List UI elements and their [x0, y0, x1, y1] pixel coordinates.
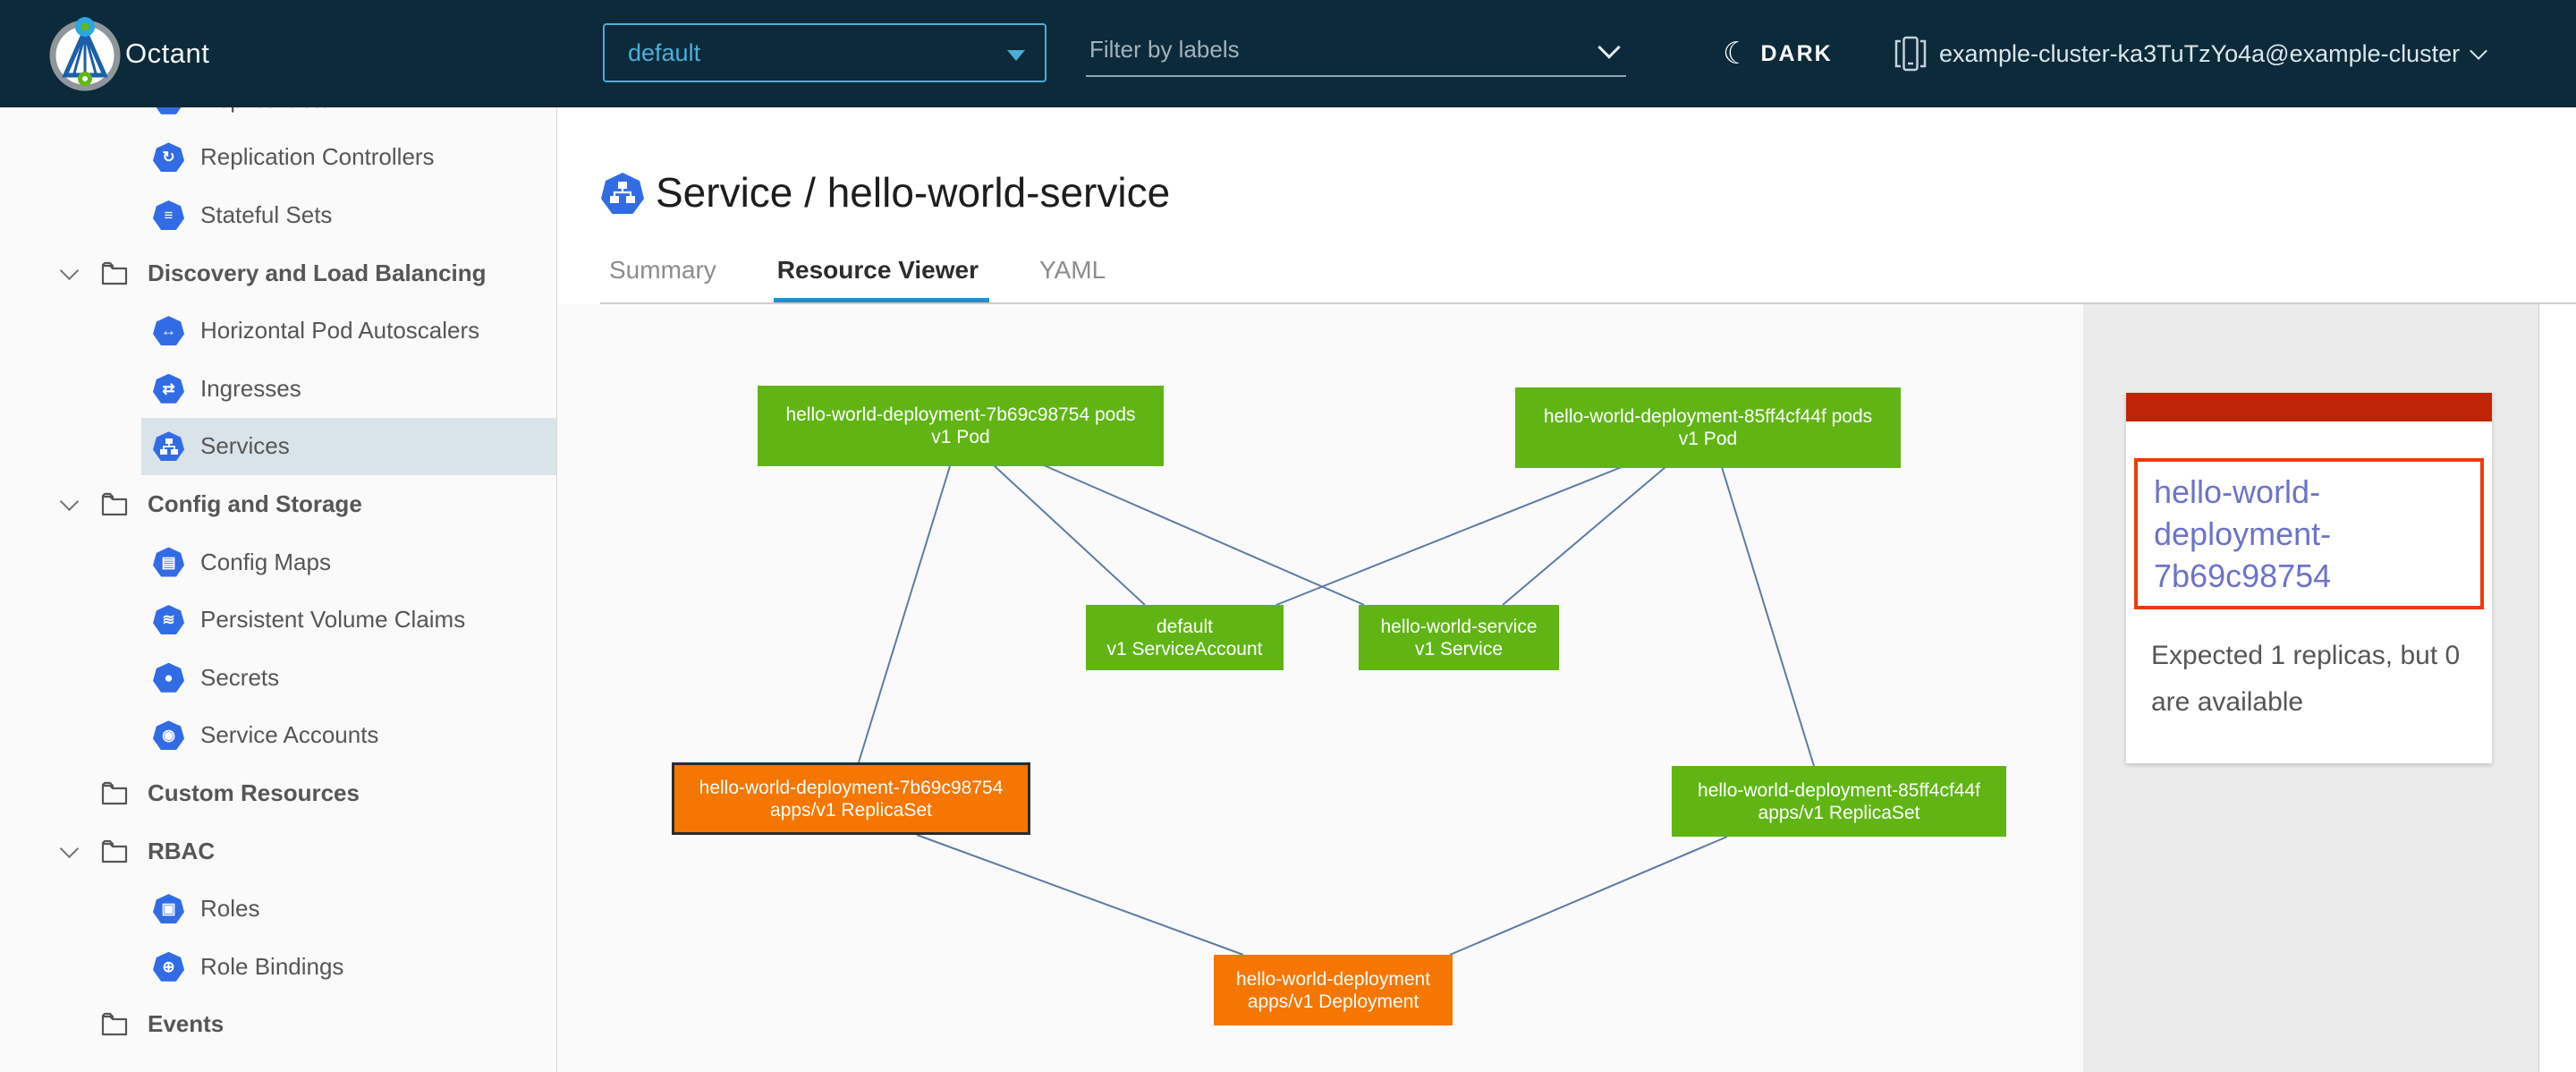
graph-edge [917, 835, 1243, 955]
service-icon [601, 173, 644, 214]
namespace-dropdown-value: default [628, 39, 700, 67]
sidebar-item-secrets[interactable]: ● Secrets [0, 649, 556, 707]
replica-warning-message: Expected 1 replicas, but 0 are available [2151, 633, 2474, 726]
node-sublabel: v1 Pod [931, 426, 989, 448]
folder-icon [101, 781, 128, 805]
namespace-dropdown[interactable]: default [603, 23, 1046, 82]
roles-icon: ▣ [153, 894, 184, 923]
chevron-down-icon[interactable] [60, 492, 79, 511]
tab-summary[interactable]: Summary [609, 256, 716, 285]
node-label: hello-world-deployment-85ff4cf44f pods [1544, 405, 1872, 428]
node-label: hello-world-service [1380, 616, 1537, 638]
sidebar-nav: ▦ Replica Sets ↻ Replication Controllers… [0, 107, 557, 1072]
octant-logo-icon [47, 16, 123, 91]
services-icon [153, 431, 184, 461]
graph-edge [859, 466, 950, 762]
graph-node-pod-85ff4cf44f[interactable]: hello-world-deployment-85ff4cf44f pods v… [1515, 387, 1901, 468]
node-sublabel: v1 Service [1415, 638, 1503, 660]
node-detail-panel: hello-world-deployment-7b69c98754 Expect… [2083, 304, 2538, 1072]
moon-icon: ☾ [1723, 38, 1750, 69]
caret-down-icon [1007, 50, 1025, 61]
node-sublabel: apps/v1 ReplicaSet [770, 799, 932, 821]
tab-yaml[interactable]: YAML [1039, 256, 1106, 285]
app-title: Octant [125, 0, 209, 107]
graph-node-replicaset-7b69c98754[interactable]: hello-world-deployment-7b69c98754 apps/v… [672, 762, 1030, 835]
folder-icon [101, 261, 128, 285]
persistent-volume-claims-icon: ≋ [153, 605, 184, 634]
sidebar-item-ingresses[interactable]: ⇄ Ingresses [0, 360, 556, 418]
sidebar-group-custom-resources[interactable]: Custom Resources [0, 764, 556, 822]
chevron-down-icon[interactable] [60, 260, 79, 279]
sidebar-item-replication-controllers[interactable]: ↻ Replication Controllers [0, 129, 556, 187]
cluster-name: example-cluster-ka3TuTzYo4a@example-clus… [1939, 40, 2460, 68]
node-label: hello-world-deployment [1236, 968, 1430, 991]
secrets-icon: ● [153, 663, 184, 693]
sidebar-group-discovery-and-load-balancing[interactable]: Discovery and Load Balancing [0, 244, 556, 302]
tab-resource-viewer[interactable]: Resource Viewer [777, 256, 979, 285]
replica-sets-icon: ▦ [153, 107, 184, 115]
graph-edge [1503, 467, 1665, 605]
sidebar-group-rbac[interactable]: RBAC [0, 822, 556, 881]
graph-node-service-hello-world[interactable]: hello-world-service v1 Service [1359, 605, 1559, 670]
app-header: Octant default ☾ DARK example-cluster-ka… [0, 0, 2576, 107]
folder-icon [101, 839, 128, 864]
horizontal-pod-autoscalers-icon: ↔ [153, 316, 184, 345]
node-label: default [1157, 616, 1213, 638]
ingresses-icon: ⇄ [153, 374, 184, 404]
role-bindings-icon: ⊕ [153, 952, 184, 982]
node-label: hello-world-deployment-85ff4cf44f [1698, 779, 1980, 802]
alert-highlight-box: hello-world-deployment-7b69c98754 [2134, 458, 2484, 609]
sidebar-item-service-accounts[interactable]: ◉ Service Accounts [0, 707, 556, 765]
node-sublabel: v1 ServiceAccount [1107, 638, 1263, 660]
node-sublabel: apps/v1 ReplicaSet [1758, 802, 1920, 824]
node-label: hello-world-deployment-7b69c98754 [699, 777, 1004, 799]
theme-toggle-button[interactable]: ☾ DARK [1723, 0, 1833, 107]
label-filter-input[interactable] [1086, 29, 1572, 64]
graph-node-replicaset-85ff4cf44f[interactable]: hello-world-deployment-85ff4cf44f apps/v… [1672, 766, 2006, 837]
graph-edge [1722, 467, 1814, 766]
folder-icon [101, 1012, 128, 1036]
node-label: hello-world-deployment-7b69c98754 pods [785, 404, 1135, 426]
sidebar-item-config-maps[interactable]: ▤ Config Maps [0, 533, 556, 591]
graph-edge [1450, 837, 1727, 955]
graph-node-serviceaccount-default[interactable]: default v1 ServiceAccount [1086, 605, 1284, 670]
sidebar-group-config-and-storage[interactable]: Config and Storage [0, 475, 556, 533]
octant-app: Octant default ☾ DARK example-cluster-ka… [0, 0, 2576, 1072]
node-sublabel: v1 Pod [1679, 428, 1737, 450]
sidebar-group-events[interactable]: Events [0, 996, 556, 1054]
replicaset-summary-card: hello-world-deployment-7b69c98754 Expect… [2126, 393, 2492, 763]
scrollbar-gutter[interactable] [2538, 304, 2576, 1072]
page-title: Service / hello-world-service [656, 168, 1170, 217]
tab-bar: Summary Resource Viewer YAML [609, 256, 1106, 285]
graph-node-deployment-hello-world[interactable]: hello-world-deployment apps/v1 Deploymen… [1214, 955, 1453, 1025]
graph-node-pod-7b69c98754[interactable]: hello-world-deployment-7b69c98754 pods v… [758, 386, 1164, 466]
sidebar-item-roles[interactable]: ▣ Roles [0, 880, 556, 938]
sidebar-item-stateful-sets[interactable]: ≡ Stateful Sets [0, 186, 556, 244]
graph-edge [1276, 467, 1622, 605]
config-maps-icon: ▤ [153, 548, 184, 577]
sidebar-item-horizontal-pod-autoscalers[interactable]: ↔ Horizontal Pod Autoscalers [0, 302, 556, 360]
card-status-accent [2126, 393, 2492, 421]
graph-edge [1044, 465, 1364, 605]
sidebar-item-persistent-volume-claims[interactable]: ≋ Persistent Volume Claims [0, 591, 556, 649]
theme-toggle-label: DARK [1760, 41, 1832, 67]
chevron-down-icon[interactable] [1597, 36, 1620, 58]
cluster-selector[interactable]: example-cluster-ka3TuTzYo4a@example-clus… [1894, 0, 2485, 107]
cluster-icon [1894, 34, 1927, 73]
graph-edge [994, 465, 1145, 605]
sidebar-item-replica-sets[interactable]: ▦ Replica Sets [0, 107, 556, 129]
label-filter [1086, 29, 1626, 77]
chevron-down-icon [2470, 42, 2487, 60]
sidebar-item-services[interactable]: Services [0, 418, 556, 476]
sidebar-item-role-bindings[interactable]: ⊕ Role Bindings [0, 938, 556, 996]
resource-viewer-graph[interactable]: hello-world-deployment-7b69c98754 pods v… [557, 304, 2083, 1072]
service-accounts-icon: ◉ [153, 720, 184, 750]
node-sublabel: apps/v1 Deployment [1248, 991, 1419, 1013]
chevron-down-icon[interactable] [60, 838, 79, 857]
replicaset-detail-link[interactable]: hello-world-deployment-7b69c98754 [2154, 471, 2468, 597]
stateful-sets-icon: ≡ [153, 200, 184, 230]
replication-controllers-icon: ↻ [153, 142, 184, 172]
folder-icon [101, 492, 128, 516]
